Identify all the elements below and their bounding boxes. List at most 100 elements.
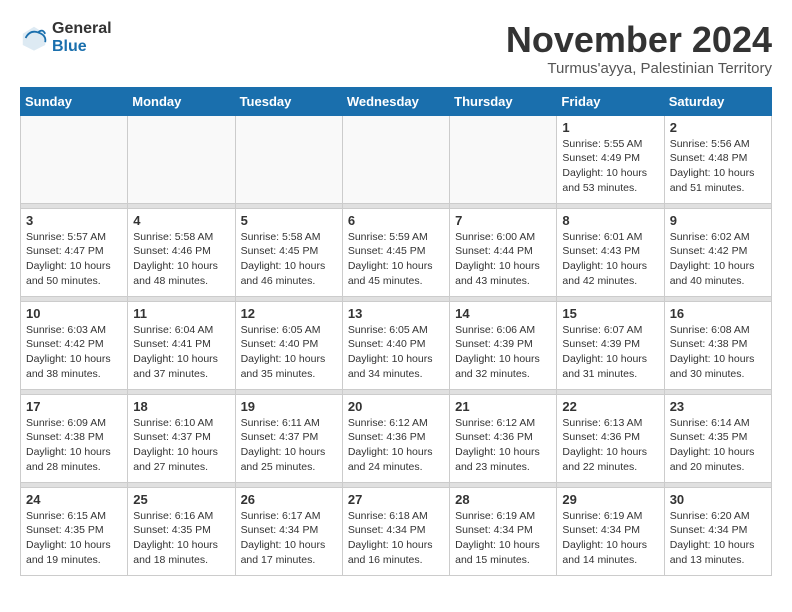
day-number: 17	[26, 399, 122, 414]
calendar-header-row: Sunday Monday Tuesday Wednesday Thursday…	[21, 87, 772, 115]
day-number: 8	[562, 213, 658, 228]
page-header: General Blue November 2024 Turmus'ayya, …	[20, 20, 772, 77]
day-number: 11	[133, 306, 229, 321]
calendar-cell: 17 Sunrise: 6:09 AM Sunset: 4:38 PM Dayli…	[21, 394, 128, 482]
day-number: 24	[26, 492, 122, 507]
day-number: 28	[455, 492, 551, 507]
week-row-4: 17 Sunrise: 6:09 AM Sunset: 4:38 PM Dayli…	[21, 394, 772, 482]
logo-blue-label: Blue	[52, 38, 112, 56]
day-info: Sunrise: 6:12 AM Sunset: 4:36 PM Dayligh…	[348, 416, 444, 475]
calendar-table: Sunday Monday Tuesday Wednesday Thursday…	[20, 87, 772, 576]
calendar-cell: 15 Sunrise: 6:07 AM Sunset: 4:39 PM Dayli…	[557, 301, 664, 389]
day-number: 25	[133, 492, 229, 507]
day-info: Sunrise: 5:55 AM Sunset: 4:49 PM Dayligh…	[562, 137, 658, 196]
calendar-cell: 2Sunrise: 5:56 AM Sunset: 4:48 PM Daylig…	[664, 115, 771, 203]
day-info: Sunrise: 6:01 AM Sunset: 4:43 PM Dayligh…	[562, 230, 658, 289]
day-number: 14	[455, 306, 551, 321]
day-number: 21	[455, 399, 551, 414]
logo-icon	[20, 24, 48, 52]
day-number: 1	[562, 120, 658, 135]
week-row-1: 1 Sunrise: 5:55 AM Sunset: 4:49 PM Daylig…	[21, 115, 772, 203]
calendar-cell: 11 Sunrise: 6:04 AM Sunset: 4:41 PM Dayli…	[128, 301, 235, 389]
day-info: Sunrise: 6:07 AM Sunset: 4:39 PM Dayligh…	[562, 323, 658, 382]
day-info: Sunrise: 6:06 AM Sunset: 4:39 PM Dayligh…	[455, 323, 551, 382]
calendar-cell: 10 Sunrise: 6:03 AM Sunset: 4:42 PM Dayli…	[21, 301, 128, 389]
header-monday: Monday	[128, 87, 235, 115]
calendar-cell: 5 Sunrise: 5:58 AM Sunset: 4:45 PM Daylig…	[235, 208, 342, 296]
header-wednesday: Wednesday	[342, 87, 449, 115]
day-info: Sunrise: 5:58 AM Sunset: 4:46 PM Dayligh…	[133, 230, 229, 289]
day-info: Sunrise: 6:08 AM Sunset: 4:38 PM Dayligh…	[670, 323, 766, 382]
day-info: Sunrise: 6:15 AM Sunset: 4:35 PM Dayligh…	[26, 509, 122, 568]
day-number: 10	[26, 306, 122, 321]
calendar-cell: 25 Sunrise: 6:16 AM Sunset: 4:35 PM Dayli…	[128, 487, 235, 575]
calendar-cell: 27 Sunrise: 6:18 AM Sunset: 4:34 PM Dayli…	[342, 487, 449, 575]
calendar-cell: 29 Sunrise: 6:19 AM Sunset: 4:34 PM Dayli…	[557, 487, 664, 575]
day-number: 6	[348, 213, 444, 228]
calendar-cell: 21 Sunrise: 6:12 AM Sunset: 4:36 PM Dayli…	[450, 394, 557, 482]
day-info: Sunrise: 6:16 AM Sunset: 4:35 PM Dayligh…	[133, 509, 229, 568]
day-number: 15	[562, 306, 658, 321]
header-tuesday: Tuesday	[235, 87, 342, 115]
day-number: 4	[133, 213, 229, 228]
logo-text: General Blue	[52, 20, 112, 55]
calendar-cell: 6 Sunrise: 5:59 AM Sunset: 4:45 PM Daylig…	[342, 208, 449, 296]
day-number: 22	[562, 399, 658, 414]
day-info: Sunrise: 5:58 AM Sunset: 4:45 PM Dayligh…	[241, 230, 337, 289]
calendar-cell	[342, 115, 449, 203]
calendar-cell: 20Sunrise: 6:12 AM Sunset: 4:36 PM Dayli…	[342, 394, 449, 482]
calendar-cell: 13 Sunrise: 6:05 AM Sunset: 4:40 PM Dayli…	[342, 301, 449, 389]
day-info: Sunrise: 6:10 AM Sunset: 4:37 PM Dayligh…	[133, 416, 229, 475]
day-info: Sunrise: 6:05 AM Sunset: 4:40 PM Dayligh…	[348, 323, 444, 382]
day-info: Sunrise: 6:13 AM Sunset: 4:36 PM Dayligh…	[562, 416, 658, 475]
day-number: 12	[241, 306, 337, 321]
calendar-cell	[128, 115, 235, 203]
day-info: Sunrise: 6:12 AM Sunset: 4:36 PM Dayligh…	[455, 416, 551, 475]
calendar-cell: 7Sunrise: 6:00 AM Sunset: 4:44 PM Daylig…	[450, 208, 557, 296]
header-sunday: Sunday	[21, 87, 128, 115]
calendar-cell: 1 Sunrise: 5:55 AM Sunset: 4:49 PM Daylig…	[557, 115, 664, 203]
calendar-cell	[21, 115, 128, 203]
logo-general-label: General	[52, 20, 112, 38]
day-info: Sunrise: 5:57 AM Sunset: 4:47 PM Dayligh…	[26, 230, 122, 289]
day-info: Sunrise: 6:09 AM Sunset: 4:38 PM Dayligh…	[26, 416, 122, 475]
day-info: Sunrise: 5:56 AM Sunset: 4:48 PM Dayligh…	[670, 137, 766, 196]
day-info: Sunrise: 6:19 AM Sunset: 4:34 PM Dayligh…	[562, 509, 658, 568]
day-info: Sunrise: 6:17 AM Sunset: 4:34 PM Dayligh…	[241, 509, 337, 568]
week-row-2: 3 Sunrise: 5:57 AM Sunset: 4:47 PM Daylig…	[21, 208, 772, 296]
calendar-cell: 14 Sunrise: 6:06 AM Sunset: 4:39 PM Dayli…	[450, 301, 557, 389]
day-number: 16	[670, 306, 766, 321]
day-number: 30	[670, 492, 766, 507]
day-number: 5	[241, 213, 337, 228]
calendar-cell: 3 Sunrise: 5:57 AM Sunset: 4:47 PM Daylig…	[21, 208, 128, 296]
day-number: 13	[348, 306, 444, 321]
day-info: Sunrise: 6:03 AM Sunset: 4:42 PM Dayligh…	[26, 323, 122, 382]
day-number: 19	[241, 399, 337, 414]
week-row-5: 24 Sunrise: 6:15 AM Sunset: 4:35 PM Dayli…	[21, 487, 772, 575]
day-number: 23	[670, 399, 766, 414]
calendar-cell: 4 Sunrise: 5:58 AM Sunset: 4:46 PM Daylig…	[128, 208, 235, 296]
day-info: Sunrise: 6:04 AM Sunset: 4:41 PM Dayligh…	[133, 323, 229, 382]
calendar-cell	[235, 115, 342, 203]
day-number: 26	[241, 492, 337, 507]
calendar-cell	[450, 115, 557, 203]
day-info: Sunrise: 6:20 AM Sunset: 4:34 PM Dayligh…	[670, 509, 766, 568]
day-number: 7	[455, 213, 551, 228]
header-thursday: Thursday	[450, 87, 557, 115]
calendar-cell: 8 Sunrise: 6:01 AM Sunset: 4:43 PM Daylig…	[557, 208, 664, 296]
calendar-cell: 30 Sunrise: 6:20 AM Sunset: 4:34 PM Dayli…	[664, 487, 771, 575]
location-label: Turmus'ayya, Palestinian Territory	[506, 60, 772, 77]
day-number: 3	[26, 213, 122, 228]
day-info: Sunrise: 6:19 AM Sunset: 4:34 PM Dayligh…	[455, 509, 551, 568]
day-info: Sunrise: 6:14 AM Sunset: 4:35 PM Dayligh…	[670, 416, 766, 475]
header-saturday: Saturday	[664, 87, 771, 115]
day-number: 9	[670, 213, 766, 228]
day-info: Sunrise: 6:18 AM Sunset: 4:34 PM Dayligh…	[348, 509, 444, 568]
title-block: November 2024 Turmus'ayya, Palestinian T…	[506, 20, 772, 77]
day-number: 27	[348, 492, 444, 507]
day-info: Sunrise: 6:02 AM Sunset: 4:42 PM Dayligh…	[670, 230, 766, 289]
day-info: Sunrise: 5:59 AM Sunset: 4:45 PM Dayligh…	[348, 230, 444, 289]
calendar-cell: 16 Sunrise: 6:08 AM Sunset: 4:38 PM Dayli…	[664, 301, 771, 389]
calendar-cell: 9 Sunrise: 6:02 AM Sunset: 4:42 PM Daylig…	[664, 208, 771, 296]
day-number: 29	[562, 492, 658, 507]
